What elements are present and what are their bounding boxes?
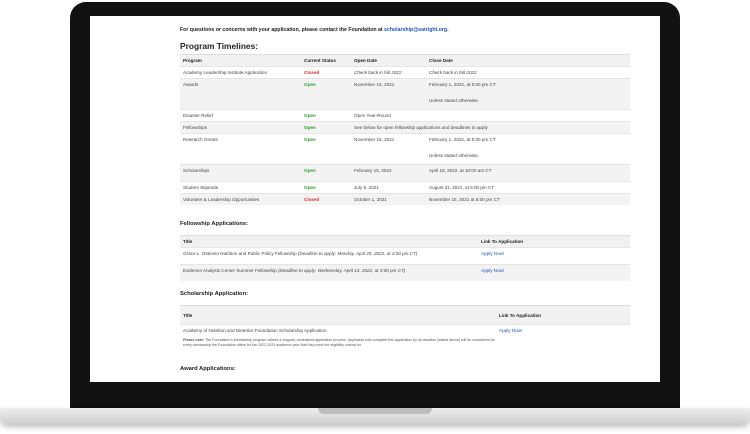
table-header-row: Title Link To Application <box>180 305 630 325</box>
table-row: Scholarships Open February 15, 2022 Apri… <box>180 164 630 182</box>
table-row: Evidence Analysis Center Summer Fellowsh… <box>180 264 630 281</box>
close-date-note: Unless stated otherwise. <box>429 98 480 103</box>
table-row: Research Grants Open November 15, 2021 F… <box>180 133 630 165</box>
column-header: Link To Application <box>478 235 630 248</box>
open-date: November 15, 2021 <box>351 133 426 165</box>
status-open: Open <box>301 109 351 122</box>
status-open: Open <box>301 78 351 110</box>
table-row: Academy of Nutrition and Dietetics Found… <box>180 324 630 336</box>
fellowship-deadline: (Deadline to apply: Monday, April 25, 20… <box>297 251 418 256</box>
program-name: Awards <box>180 78 301 110</box>
apply-cell: Apply Now! <box>478 247 630 265</box>
close-date: February 1, 2022, at 5:00 pm CT Unless st… <box>426 78 630 110</box>
close-date-text: February 1, 2022, at 5:00 pm CT <box>429 137 496 142</box>
open-date: October 1, 2021 <box>351 193 426 205</box>
close-date: November 15, 2021 at 5:00 pm CT <box>426 193 630 205</box>
column-header: Title <box>180 305 496 325</box>
scholarship-title: Academy of Nutrition and Dietetics Found… <box>180 324 496 336</box>
close-date <box>426 109 630 122</box>
fellowship-deadline: (Deadline to apply: Wednesday, April 13,… <box>277 268 406 273</box>
apply-cell: Apply Now! <box>478 264 630 281</box>
open-date: February 15, 2022 <box>351 164 426 182</box>
program-name: Fellowships <box>180 121 301 134</box>
table-row: Academy Leadership Institute Application… <box>180 66 630 79</box>
fellowship-title: Grace L. Ostenso Nutrition and Public Po… <box>180 247 478 265</box>
program-timelines-heading: Program Timelines: <box>180 41 259 51</box>
column-header: Open Date <box>351 54 426 67</box>
fellowship-name: Grace L. Ostenso Nutrition and Public Po… <box>183 251 297 256</box>
program-name: Research Grants <box>180 133 301 165</box>
close-date: February 1, 2022, at 5:00 pm CT Unless st… <box>426 133 630 165</box>
contact-email-link[interactable]: scholarship@eatright.org <box>384 27 447 33</box>
close-date: April 19, 2022, at 10:00 am CT <box>426 164 630 182</box>
laptop-screen: For questions or concerns with your appl… <box>90 16 660 382</box>
open-date: Open Year-Round <box>351 109 426 122</box>
apply-now-link[interactable]: Apply Now! <box>481 268 504 273</box>
note-text: The Foundation's scholarship program uti… <box>183 338 495 347</box>
fellowship-title: Evidence Analysis Center Summer Fellowsh… <box>180 264 478 281</box>
table-header-row: Program Current Status Open Date Close D… <box>180 54 630 67</box>
close-date-note: Unless stated otherwise. <box>429 153 480 158</box>
contact-notice-end: . <box>447 27 449 33</box>
close-date: Check back in fall 2022 <box>426 66 630 79</box>
apply-now-link[interactable]: Apply Now! <box>499 328 522 333</box>
award-applications-heading: Award Applications: <box>180 366 236 372</box>
program-name: Disaster Relief <box>180 109 301 122</box>
apply-now-link[interactable]: Apply Now! <box>481 251 504 256</box>
table-row: Awards Open November 15, 2021 February 1… <box>180 78 630 110</box>
fellowship-name: Evidence Analysis Center Summer Fellowsh… <box>183 268 277 273</box>
laptop-notch <box>318 408 432 414</box>
status-open: Open <box>301 121 351 134</box>
status-open: Open <box>301 164 351 182</box>
open-date: See below for open fellowship applicatio… <box>351 121 630 134</box>
open-date: July 9, 2021 <box>351 181 426 194</box>
program-name: Academy Leadership Institute Application <box>180 66 301 79</box>
close-date-text: February 1, 2022, at 5:00 pm CT <box>429 82 496 87</box>
status-open: Open <box>301 181 351 194</box>
table-row: Fellowships Open See below for open fell… <box>180 121 630 134</box>
program-name: Student Stipends <box>180 181 301 194</box>
scholarship-table: Title Link To Application Academy of Nut… <box>180 305 630 336</box>
column-header: Close Date <box>426 54 630 67</box>
scholarship-application-heading: Scholarship Application: <box>180 291 249 297</box>
scholarship-note: Please note: The Foundation's scholarshi… <box>183 338 503 348</box>
program-timelines-table: Program Current Status Open Date Close D… <box>180 54 630 205</box>
column-header: Title <box>180 235 478 248</box>
table-header-row: Title Link To Application <box>180 235 630 248</box>
status-closed: Closed <box>301 193 351 205</box>
fellowship-applications-heading: Fellowship Applications: <box>180 221 249 227</box>
apply-cell: Apply Now! <box>496 324 630 336</box>
status-open: Open <box>301 133 351 165</box>
close-date: August 31, 2021, at 5:00 pm CT <box>426 181 630 194</box>
column-header: Program <box>180 54 301 67</box>
table-row: Student Stipends Open July 9, 2021 Augus… <box>180 181 630 194</box>
note-label: Please note: <box>183 338 205 342</box>
column-header: Current Status <box>301 54 351 67</box>
table-row: Volunteer & Leadership Opportunities Clo… <box>180 193 630 205</box>
status-closed: Closed <box>301 66 351 79</box>
table-row: Grace L. Ostenso Nutrition and Public Po… <box>180 247 630 265</box>
column-header: Link To Application <box>496 305 630 325</box>
open-date: November 15, 2021 <box>351 78 426 110</box>
fellowship-table: Title Link To Application Grace L. Osten… <box>180 235 630 281</box>
open-date: Check back in fall 2022 <box>351 66 426 79</box>
table-row: Disaster Relief Open Open Year-Round <box>180 109 630 122</box>
program-name: Volunteer & Leadership Opportunities <box>180 193 301 205</box>
contact-notice-text: For questions or concerns with your appl… <box>180 27 383 33</box>
program-name: Scholarships <box>180 164 301 182</box>
contact-notice: For questions or concerns with your appl… <box>180 27 449 33</box>
